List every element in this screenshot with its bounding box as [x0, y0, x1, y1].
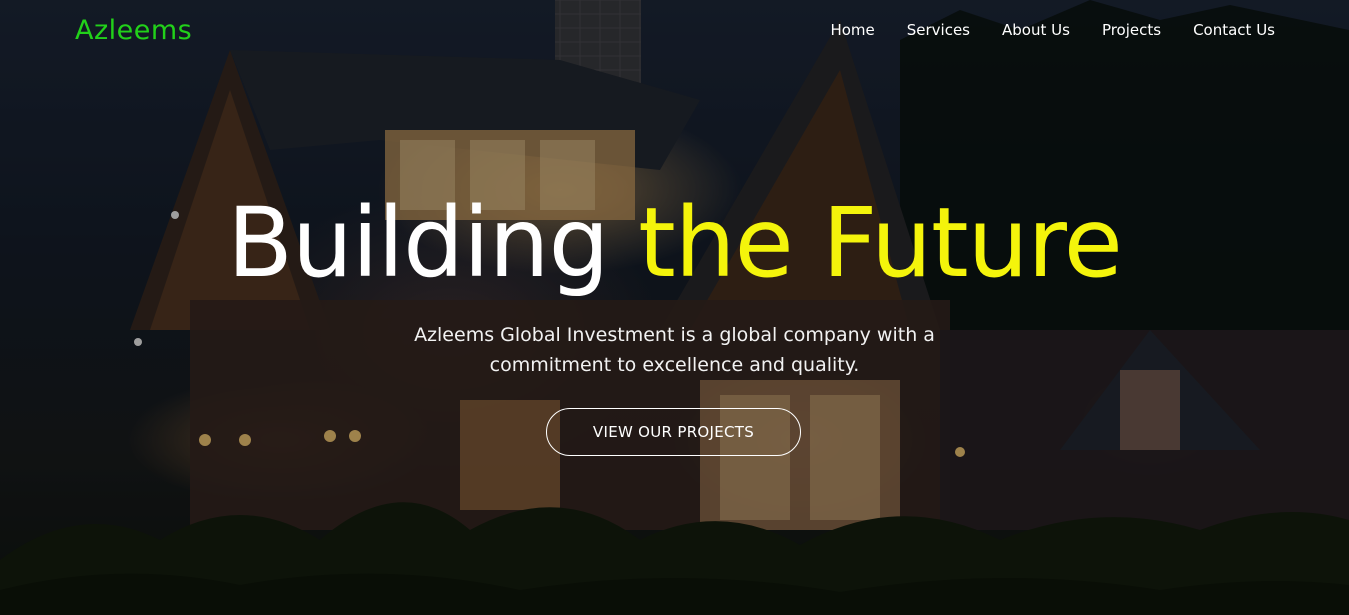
nav-link-services[interactable]: Services: [907, 21, 970, 39]
nav-link-projects[interactable]: Projects: [1102, 21, 1161, 39]
hero-headline-highlight: the Future: [638, 187, 1123, 299]
top-navigation: Azleems Home Services About Us Projects …: [0, 0, 1349, 64]
nav-link-home[interactable]: Home: [830, 21, 874, 39]
nav-item-home: Home: [830, 20, 874, 39]
hero-section: Azleems Home Services About Us Projects …: [0, 0, 1349, 615]
nav-menu: Home Services About Us Projects Contact …: [830, 20, 1275, 39]
nav-item-contact-us: Contact Us: [1193, 20, 1275, 39]
nav-item-about-us: About Us: [1002, 20, 1070, 39]
hero-subtitle: Azleems Global Investment is a global co…: [395, 320, 955, 380]
hero-dark-overlay: [0, 0, 1349, 615]
nav-link-contact-us[interactable]: Contact Us: [1193, 21, 1275, 39]
nav-item-projects: Projects: [1102, 20, 1161, 39]
brand-logo[interactable]: Azleems: [75, 15, 192, 46]
hero-subtitle-line-1: Azleems Global Investment is a global co…: [414, 324, 935, 346]
hero-subtitle-line-2: commitment to excellence and quality.: [489, 354, 860, 376]
hero-headline: Building the Future: [0, 188, 1349, 298]
nav-link-about-us[interactable]: About Us: [1002, 21, 1070, 39]
hero-headline-white: Building: [227, 187, 609, 299]
nav-item-services: Services: [907, 20, 970, 39]
view-our-projects-button[interactable]: VIEW OUR PROJECTS: [546, 408, 801, 456]
